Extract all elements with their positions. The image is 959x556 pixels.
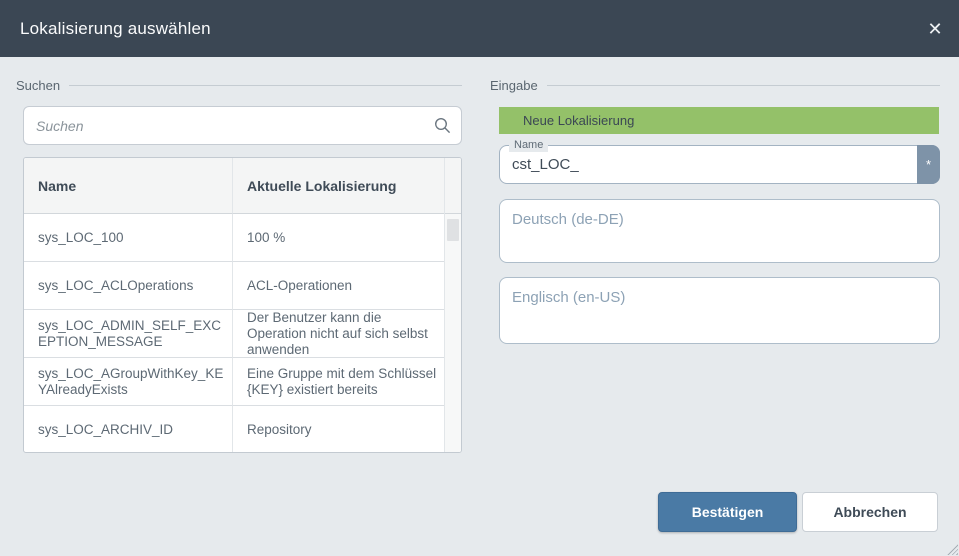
dialog-header: Lokalisierung auswählen ✕ — [0, 0, 959, 57]
table-row[interactable]: sys_LOC_ARCHIV_ID Repository — [24, 406, 446, 452]
close-icon[interactable]: ✕ — [915, 9, 955, 49]
german-field — [499, 199, 940, 263]
required-marker: * — [917, 145, 940, 184]
cell-localization: 100 % — [233, 214, 446, 262]
german-input[interactable] — [500, 200, 939, 262]
new-localization-banner[interactable]: Neue Lokalisierung — [499, 107, 939, 134]
english-input[interactable] — [500, 278, 939, 343]
search-input[interactable] — [23, 106, 462, 145]
table-row[interactable]: sys_LOC_AGroupWithKey_KEYAlreadyExists E… — [24, 358, 446, 406]
search-field — [23, 106, 462, 145]
confirm-button[interactable]: Bestätigen — [658, 492, 797, 532]
table-header-localization: Aktuelle Lokalisierung — [233, 158, 446, 214]
cell-name: sys_LOC_ACLOperations — [24, 262, 233, 310]
resize-grip-icon[interactable] — [947, 544, 958, 555]
name-field: Name * — [499, 138, 940, 184]
cancel-button[interactable]: Abbrechen — [802, 492, 938, 532]
name-input[interactable] — [500, 146, 915, 183]
cell-name: sys_LOC_100 — [24, 214, 233, 262]
search-section-header: Suchen — [16, 77, 462, 93]
table-row[interactable]: sys_LOC_ADMIN_SELF_EXCEPTION_MESSAGE Der… — [24, 310, 446, 358]
table-row[interactable]: sys_LOC_ACLOperations ACL-Operationen — [24, 262, 446, 310]
input-section-label: Eingabe — [490, 77, 538, 93]
input-section-header: Eingabe — [490, 77, 940, 93]
search-section-label: Suchen — [16, 77, 61, 93]
table-row[interactable]: sys_LOC_100 100 % — [24, 214, 446, 262]
table-header-row: Name Aktuelle Lokalisierung — [24, 158, 446, 214]
cell-name: sys_LOC_ARCHIV_ID — [24, 406, 233, 452]
cell-localization: Repository — [247, 422, 312, 437]
table-header-name: Name — [24, 158, 233, 214]
section-divider — [69, 84, 462, 86]
cell-localization: ACL-Operationen — [233, 262, 446, 310]
localization-table: Name Aktuelle Lokalisierung sys_LOC_100 … — [23, 157, 462, 453]
cell-name: sys_LOC_AGroupWithKey_KEYAlreadyExists — [24, 358, 233, 406]
localization-select-dialog: Lokalisierung auswählen ✕ Suchen Name Ak… — [0, 0, 959, 556]
scrollbar-header-spacer — [445, 158, 461, 214]
cell-localization: Eine Gruppe mit dem Schlüssel {KEY} exis… — [233, 358, 446, 406]
scrollbar-thumb[interactable] — [447, 219, 459, 241]
section-divider — [546, 84, 940, 86]
table-scrollbar[interactable] — [444, 158, 461, 452]
dialog-title: Lokalisierung auswählen — [20, 18, 211, 38]
english-field — [499, 277, 940, 344]
cell-name: sys_LOC_ADMIN_SELF_EXCEPTION_MESSAGE — [24, 310, 233, 358]
cell-localization: Der Benutzer kann die Operation nicht au… — [233, 310, 446, 358]
